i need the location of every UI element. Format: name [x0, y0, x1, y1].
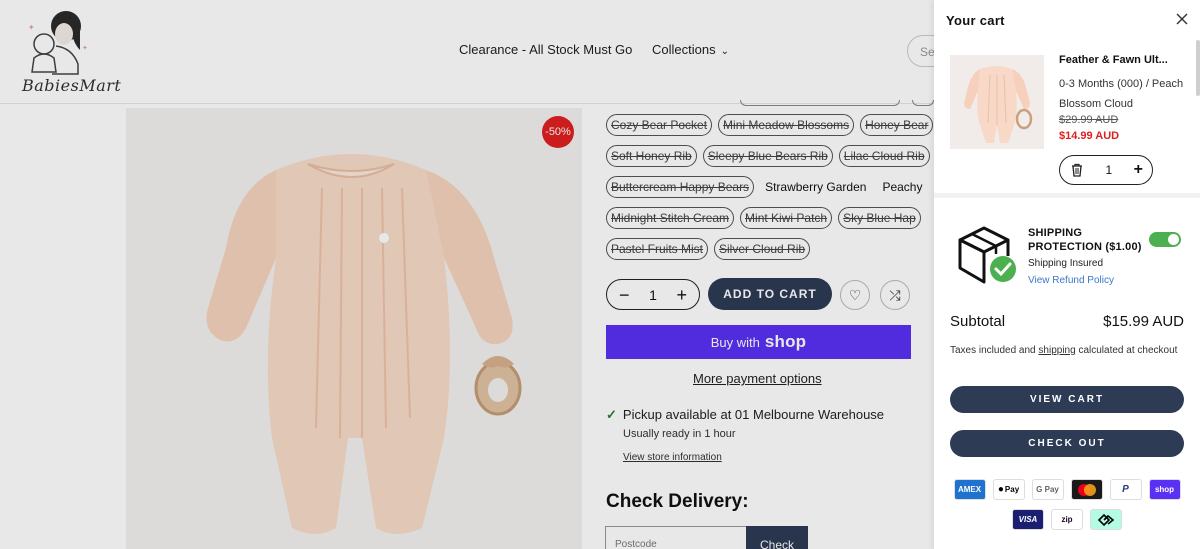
mastercard-circles-icon: [1077, 483, 1096, 496]
view-cart-button[interactable]: VIEW CART: [950, 386, 1184, 413]
cart-scrollbar[interactable]: [1196, 40, 1200, 96]
visa-icon: VISA: [1012, 509, 1044, 530]
cart-quantity-stepper: 1 +: [1059, 155, 1153, 185]
cart-item-variant: 0-3 Months (000) / Peach Blossom Cloud: [1059, 78, 1184, 110]
drawer-backdrop[interactable]: [0, 0, 934, 549]
shipping-protection-icon: [958, 226, 1016, 284]
payment-icons-row: VISA zip: [934, 509, 1200, 530]
cart-quantity-value[interactable]: 1: [1105, 163, 1112, 177]
cart-item-price: $14.99 AUD: [1059, 130, 1120, 142]
cart-item-compare-price: $29.99 AUD: [1059, 114, 1119, 126]
zip-icon: zip: [1051, 509, 1083, 530]
tax-note: Taxes included and shipping calculated a…: [950, 342, 1180, 360]
visa-label: VISA: [1018, 515, 1038, 524]
plus-icon[interactable]: +: [1134, 162, 1143, 178]
subtotal-value: $15.99 AUD: [1103, 313, 1184, 330]
shop-pay-label: shop: [1154, 485, 1175, 494]
shipping-insured-text: Shipping Insured: [1028, 258, 1104, 269]
mastercard-icon: [1070, 479, 1103, 500]
apple-pay-icon: ● Pay: [992, 479, 1025, 500]
cart-item-name[interactable]: Feather & Fawn Ult...: [1059, 54, 1191, 66]
tax-note-suffix: calculated at checkout: [1078, 345, 1178, 356]
apple-pay-label: Pay: [1004, 485, 1020, 494]
refund-policy-link[interactable]: View Refund Policy: [1028, 275, 1114, 286]
paypal-label: P: [1122, 484, 1129, 495]
cart-title: Your cart: [946, 13, 1005, 28]
shipping-policy-link[interactable]: shipping: [1038, 345, 1075, 356]
afterpay-icon: [1090, 509, 1122, 530]
subtotal-label: Subtotal: [950, 313, 1006, 330]
toggle-knob: [1168, 234, 1179, 245]
cart-item-thumbnail[interactable]: [950, 55, 1044, 149]
shipping-protection-title: SHIPPING PROTECTION ($1.00): [1028, 227, 1142, 253]
google-pay-label: G Pay: [1036, 485, 1059, 494]
page: ✦ ✦ BabiesMart Clearance - All Stock Mus…: [0, 0, 1200, 549]
payment-icons-row: AMEX ● Pay G Pay P shop: [934, 479, 1200, 500]
shop-pay-icon: shop: [1148, 479, 1181, 500]
paypal-icon: P: [1109, 479, 1142, 500]
tax-note-prefix: Taxes included and: [950, 345, 1036, 356]
checkout-button[interactable]: CHECK OUT: [950, 430, 1184, 457]
divider: [934, 193, 1200, 198]
trash-icon[interactable]: [1070, 163, 1084, 177]
google-pay-icon: G Pay: [1031, 479, 1064, 500]
amex-label: AMEX: [957, 485, 982, 494]
romper-thumbnail: [950, 55, 1044, 149]
shipping-protection-toggle[interactable]: [1149, 232, 1181, 247]
zip-label: zip: [1061, 515, 1073, 524]
apple-glyph-icon: ●: [997, 484, 1004, 495]
close-icon[interactable]: [1174, 11, 1190, 27]
cart-drawer: Your cart Feather & Fawn Ult... 0-3 Mont…: [934, 0, 1200, 549]
amex-icon: AMEX: [953, 479, 986, 500]
afterpay-arrows-icon: [1097, 513, 1115, 526]
